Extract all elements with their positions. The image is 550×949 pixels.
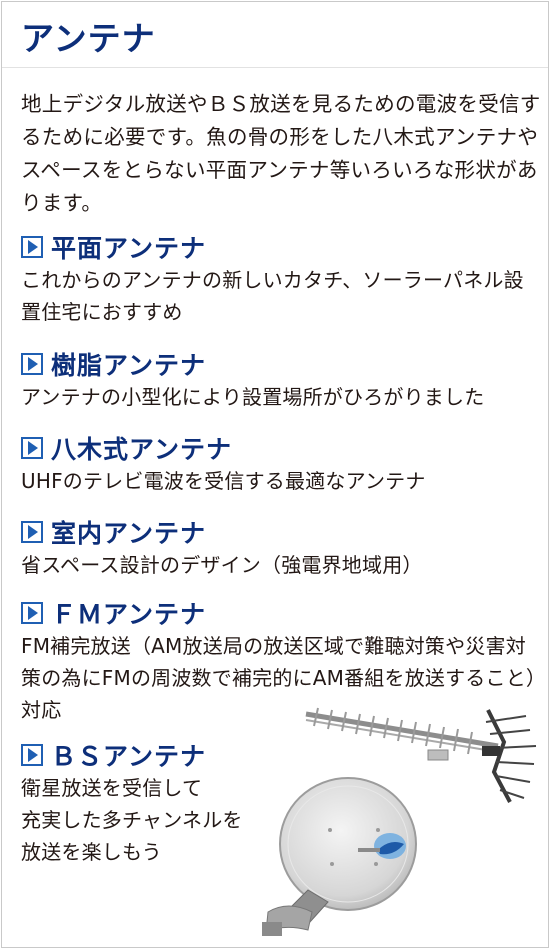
play-triangle-icon bbox=[21, 353, 43, 375]
section-title: ＢＳアンテナ bbox=[51, 742, 207, 771]
section-title: ＦＭアンテナ bbox=[51, 600, 207, 629]
section-description: 省スペース設計のデザイン（強電界地域用） bbox=[21, 553, 423, 577]
title-bar: アンテナ bbox=[2, 2, 548, 68]
section-heading: ＢＳアンテナ bbox=[21, 738, 541, 772]
bs-dish-antenna-image bbox=[262, 777, 417, 936]
section-yagi-antenna: 八木式アンテナ UHFのテレビ電波を受信する最適なアンテナ bbox=[21, 431, 541, 497]
play-triangle-icon bbox=[21, 236, 43, 258]
section-title: 八木式アンテナ bbox=[51, 435, 233, 464]
play-triangle-icon bbox=[21, 437, 43, 459]
section-title: 平面アンテナ bbox=[51, 234, 207, 263]
section-title: 室内アンテナ bbox=[51, 519, 207, 548]
section-heading: 八木式アンテナ bbox=[21, 431, 541, 465]
section-indoor-antenna: 室内アンテナ 省スペース設計のデザイン（強電界地域用） bbox=[21, 515, 541, 581]
section-flat-antenna: 平面アンテナ これからのアンテナの新しいカタチ、ソーラーパネル設置住宅におすすめ bbox=[21, 230, 541, 328]
section-description: これからのアンテナの新しいカタチ、ソーラーパネル設置住宅におすすめ bbox=[21, 268, 524, 324]
section-description: アンテナの小型化により設置場所がひろがりました bbox=[21, 385, 485, 409]
section-description: UHFのテレビ電波を受信する最適なアンテナ bbox=[21, 469, 426, 493]
play-triangle-icon bbox=[21, 521, 43, 543]
section-resin-antenna: 樹脂アンテナ アンテナの小型化により設置場所がひろがりました bbox=[21, 347, 541, 413]
play-triangle-icon bbox=[21, 744, 43, 766]
antenna-info-panel: アンテナ 地上デジタル放送やＢＳ放送を見るための電波を受信するために必要です。魚… bbox=[1, 1, 549, 948]
section-heading: 平面アンテナ bbox=[21, 230, 541, 264]
play-triangle-icon bbox=[21, 602, 43, 624]
page-title: アンテナ bbox=[21, 19, 156, 58]
section-heading: ＦＭアンテナ bbox=[21, 596, 541, 630]
intro-text: 地上デジタル放送やＢＳ放送を見るための電波を受信するために必要です。魚の骨の形を… bbox=[21, 92, 541, 215]
section-heading: 室内アンテナ bbox=[21, 515, 541, 549]
section-heading: 樹脂アンテナ bbox=[21, 347, 541, 381]
section-title: 樹脂アンテナ bbox=[51, 351, 207, 380]
